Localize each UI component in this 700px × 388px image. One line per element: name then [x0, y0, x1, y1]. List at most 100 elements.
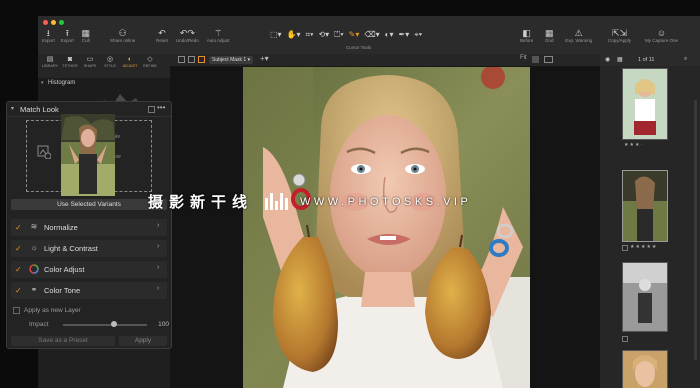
image-viewer[interactable] [170, 67, 600, 388]
zoom-window-button[interactable] [59, 20, 64, 25]
library-icon: ▤ [46, 56, 54, 63]
apply-new-layer-checkbox[interactable] [13, 307, 20, 314]
chevron-right-icon[interactable]: › [157, 243, 159, 250]
export-button[interactable]: ⭱ Export [61, 28, 74, 43]
import-label: Import [42, 38, 55, 43]
normalize-row[interactable]: ✓ ≋ Normalize › [11, 219, 167, 236]
browser-scrollbar[interactable] [694, 100, 697, 360]
light-contrast-label: Light & Contrast [44, 244, 98, 253]
undo-redo-button[interactable]: ↶↷ Undo/Redo [176, 28, 199, 43]
picker-tool-icon[interactable]: ⌖▾ [414, 30, 422, 40]
exp-warning-button[interactable]: ⚠ Exp. Warning [565, 28, 592, 43]
pen-tool-icon[interactable]: ✒▾ [399, 30, 410, 40]
tab-style[interactable]: ◎ STYLE [101, 54, 119, 78]
cull-label: Cull [81, 38, 90, 43]
keystone-tool-icon[interactable]: ⏍▾ [334, 30, 343, 40]
apply-new-layer-option[interactable]: Apply as new Layer [13, 307, 81, 314]
use-selected-variants-button[interactable]: Use Selected Variants [11, 199, 167, 210]
thumbnail-2-checkbox[interactable] [622, 245, 628, 251]
chevron-right-icon[interactable]: › [157, 222, 159, 229]
light-contrast-checkbox[interactable]: ✓ [15, 244, 22, 253]
style-icon: ◎ [106, 56, 114, 63]
browser-header: ◉ ▦ 1 of 11 ⌕ [600, 54, 700, 66]
chevron-right-icon[interactable]: › [157, 285, 159, 292]
grid-button[interactable]: ▦ Grid [543, 28, 555, 43]
select-tool-icon[interactable]: ⬚▾ [270, 30, 282, 40]
user-icon: ☺ [656, 28, 667, 38]
zoom-select[interactable]: Fit [520, 55, 527, 61]
thumbnail-3[interactable] [622, 262, 668, 332]
search-icon[interactable]: ⌕ [684, 56, 687, 63]
reset-label: Reset [156, 38, 168, 43]
thumbnail-1[interactable] [622, 68, 668, 140]
more-options-icon[interactable]: ••• [157, 103, 165, 112]
thumbnail-2-rating[interactable]: ★★★★★ [630, 244, 657, 250]
thumbnail-4-image [623, 351, 667, 388]
gradient-tool-icon[interactable]: ◐▾ [385, 30, 394, 40]
close-window-button[interactable] [43, 20, 48, 25]
zoom-slider[interactable] [532, 56, 539, 63]
browser-grid-icon[interactable]: ▦ [617, 56, 623, 63]
layer-select[interactable]: Subject Mask 1 ▾ [209, 56, 254, 64]
eye-icon[interactable]: ◉ [605, 56, 610, 63]
hand-tool-icon[interactable]: ✋▾ [287, 30, 301, 40]
shape-icon: ▭ [86, 56, 94, 63]
tab-tether[interactable]: ◙ TETHER [61, 54, 79, 78]
people-icon: ⚇ [118, 28, 127, 38]
tab-adjust[interactable]: ◐ ADJUST [121, 54, 139, 78]
my-capture-one-label: My Capture One [645, 38, 679, 43]
magic-wand-icon: ⚚ [214, 28, 223, 38]
add-layer-icon[interactable]: +▾ [260, 54, 269, 63]
tab-shape[interactable]: ▭ SHAPE [81, 54, 99, 78]
impact-slider-track[interactable] [63, 324, 147, 326]
watermark-url-text: WWW.PHOTOSKS.VIP [300, 195, 472, 208]
rotate-tool-icon[interactable]: ⟲▾ [318, 30, 329, 40]
chevron-right-icon[interactable]: › [157, 264, 159, 271]
color-adjust-checkbox[interactable]: ✓ [15, 265, 22, 274]
thumbnail-2[interactable] [622, 170, 668, 242]
color-adjust-row[interactable]: ✓ Color Adjust › [11, 261, 167, 278]
grid-icon: ▦ [545, 28, 554, 38]
fullscreen-icon[interactable] [544, 56, 553, 63]
save-preset-button[interactable]: Save as a Preset [11, 336, 115, 346]
chevron-down-icon[interactable]: ▾ [41, 80, 44, 86]
crop-tool-icon[interactable]: ⌗▾ [306, 30, 314, 40]
import-button[interactable]: ⭳ Import [42, 28, 55, 43]
thumbnail-1-rating[interactable]: ★★★· [624, 142, 643, 148]
impact-slider-handle[interactable] [111, 321, 117, 327]
brush-tool-icon[interactable]: ✎▾ [349, 30, 360, 40]
cull-button[interactable]: ▦ Cull [80, 28, 92, 43]
thumbnail-4[interactable] [622, 350, 668, 388]
before-button[interactable]: ◧ Before [520, 28, 533, 43]
apply-button[interactable]: Apply [119, 336, 167, 346]
impact-value[interactable]: 100 [151, 321, 169, 328]
auto-adjust-button[interactable]: ⚚ Auto Adjust [207, 28, 230, 43]
presets-icon[interactable] [148, 106, 155, 113]
color-tone-checkbox[interactable]: ✓ [15, 286, 22, 295]
share-online-button[interactable]: ⚇ Share online [110, 28, 135, 43]
dragged-reference-image[interactable] [61, 114, 115, 196]
color-adjust-label: Color Adjust [44, 265, 85, 274]
single-view-icon[interactable] [178, 56, 185, 63]
chevron-down-icon[interactable]: ▾ [11, 105, 14, 112]
light-contrast-row[interactable]: ✓ ☼ Light & Contrast › [11, 240, 167, 257]
add-image-icon [37, 145, 51, 159]
match-look-title: Match Look [20, 105, 59, 114]
my-capture-one-button[interactable]: ☺ My Capture One [645, 28, 678, 43]
main-photo[interactable] [243, 67, 530, 388]
reset-button[interactable]: ↶ Reset [156, 28, 168, 43]
color-tone-row[interactable]: ✓ ⚭ Color Tone › [11, 282, 167, 299]
tab-refine[interactable]: ◇ REFINE [141, 54, 159, 78]
normalize-label: Normalize [44, 223, 78, 232]
mask-icon[interactable] [198, 56, 205, 63]
normalize-checkbox[interactable]: ✓ [15, 223, 22, 232]
normalize-icon: ≋ [30, 222, 38, 231]
thumbnail-2-image [623, 171, 667, 241]
thumbnail-3-checkbox[interactable] [622, 336, 628, 342]
minimize-window-button[interactable] [51, 20, 56, 25]
copy-apply-button[interactable]: ⇱⇲ Copy/Apply [608, 28, 631, 43]
eraser-tool-icon[interactable]: ⌫▾ [364, 30, 379, 40]
multi-view-icon[interactable] [188, 56, 195, 63]
browser-panel: ◉ ▦ 1 of 11 ⌕ ★★★· ★★★★★ [600, 54, 700, 388]
tab-library[interactable]: ▤ LIBRARY [41, 54, 59, 78]
